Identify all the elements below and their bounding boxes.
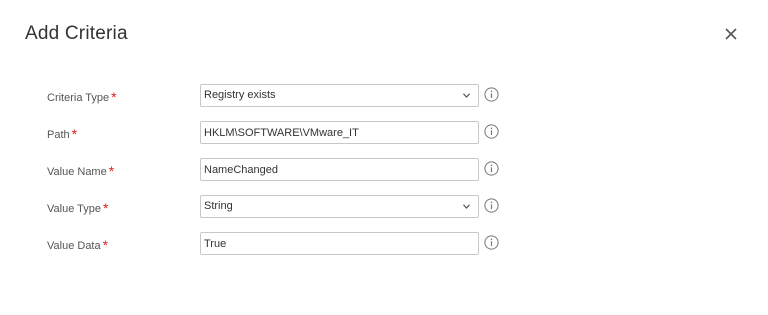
info-icon[interactable] bbox=[484, 235, 499, 250]
criteria-type-select[interactable]: Registry exists bbox=[200, 84, 479, 107]
value-type-label: Value Type * bbox=[47, 200, 109, 216]
required-marker: * bbox=[108, 163, 115, 179]
chevron-down-icon bbox=[463, 204, 470, 209]
required-marker: * bbox=[103, 200, 109, 216]
dialog-title: Add Criteria bbox=[25, 23, 128, 44]
value-type-value: String bbox=[204, 200, 233, 212]
required-marker: * bbox=[102, 237, 109, 253]
path-input[interactable] bbox=[200, 121, 479, 144]
required-marker: * bbox=[71, 126, 78, 142]
add-criteria-dialog: Add Criteria Criteria Type * Registry exi… bbox=[0, 0, 768, 315]
info-icon[interactable] bbox=[484, 161, 499, 176]
criteria-type-value: Registry exists bbox=[204, 89, 276, 101]
value-name-label: Value Name * bbox=[47, 163, 115, 179]
path-row: Path * bbox=[0, 121, 768, 145]
criteria-type-row: Criteria Type * Registry exists bbox=[0, 84, 768, 108]
path-label: Path * bbox=[47, 126, 78, 142]
close-icon[interactable] bbox=[722, 25, 740, 43]
required-marker: * bbox=[111, 89, 117, 105]
value-name-row: Value Name * bbox=[0, 158, 768, 182]
info-icon[interactable] bbox=[484, 198, 499, 213]
value-type-row: Value Type * String bbox=[0, 195, 768, 219]
value-type-select[interactable]: String bbox=[200, 195, 479, 218]
value-data-row: Value Data * bbox=[0, 232, 768, 256]
value-name-input[interactable] bbox=[200, 158, 479, 181]
value-data-input[interactable] bbox=[200, 232, 479, 255]
criteria-type-label: Criteria Type * bbox=[47, 89, 117, 105]
info-icon[interactable] bbox=[484, 124, 499, 139]
info-icon[interactable] bbox=[484, 87, 499, 102]
value-data-label: Value Data * bbox=[47, 237, 109, 253]
chevron-down-icon bbox=[463, 93, 470, 98]
